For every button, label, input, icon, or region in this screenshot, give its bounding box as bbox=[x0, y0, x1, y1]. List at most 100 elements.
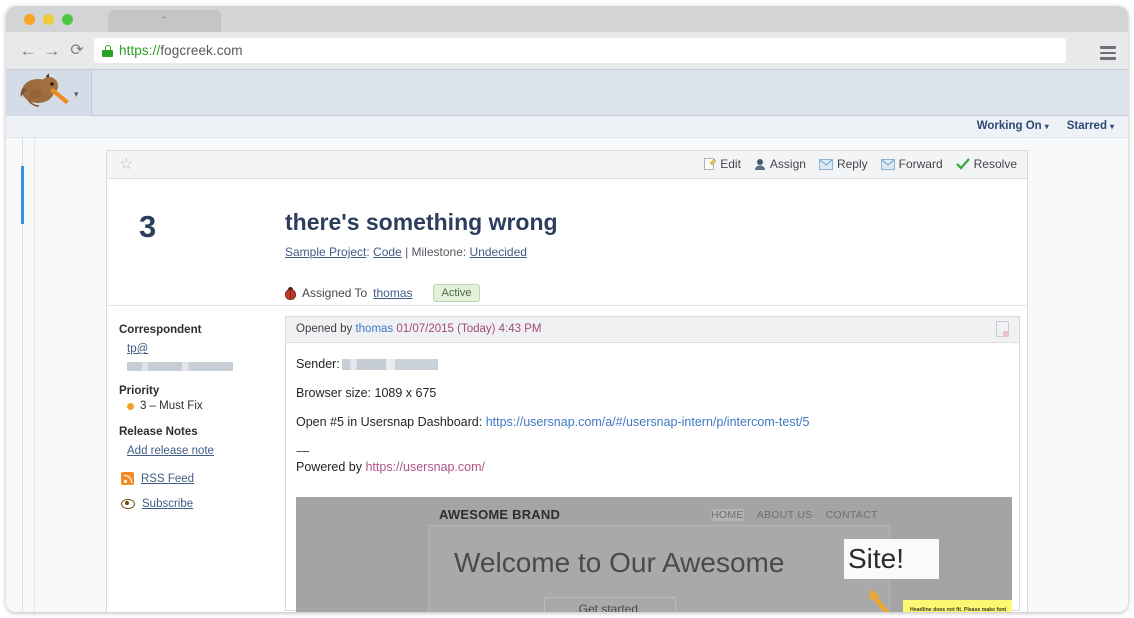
assigned-user-link[interactable]: thomas bbox=[373, 286, 412, 300]
browser-address-bar: ← → ⟳ https://fogcreek.com bbox=[6, 32, 1128, 70]
scroll-indicator[interactable] bbox=[21, 166, 24, 224]
case-card: ☆ Edit Assign Reply Forward Resolve 3 th… bbox=[106, 150, 1028, 612]
status-badge: Active bbox=[432, 284, 481, 302]
dashboard-link[interactable]: https://usersnap.com/a/#/usersnap-intern… bbox=[486, 415, 810, 429]
browser-tab-strip: ⌃ bbox=[6, 6, 1128, 32]
bug-icon bbox=[285, 286, 296, 300]
maximize-window-button[interactable] bbox=[62, 14, 73, 25]
subnav-item-label: Starred bbox=[1066, 120, 1107, 132]
priority-row: 3 – Must Fix bbox=[127, 400, 279, 412]
forward-button[interactable]: Forward bbox=[880, 157, 943, 171]
embedded-headline: Welcome to Our Awesome bbox=[454, 547, 785, 578]
back-button[interactable]: ← bbox=[18, 42, 38, 60]
embedded-nav-home[interactable]: HOME bbox=[711, 509, 744, 521]
embedded-headline-highlight: Site! bbox=[844, 539, 939, 579]
resolve-button[interactable]: Resolve bbox=[955, 157, 1017, 171]
chevron-down-icon: ▾ bbox=[1044, 122, 1049, 131]
area-link[interactable]: Code bbox=[373, 245, 402, 259]
priority-dot-icon bbox=[127, 402, 134, 410]
dashboard-prefix: Open #5 in Usersnap Dashboard: bbox=[296, 415, 486, 429]
subnav-item-label: Working On bbox=[976, 120, 1042, 132]
correspondent-heading: Correspondent bbox=[119, 324, 202, 336]
app-navigation-bar: ▾ Cases ▾ New Case Email ▾ Schedules▾ Di… bbox=[6, 70, 1128, 183]
star-icon[interactable]: ☆ bbox=[119, 156, 133, 174]
chevron-down-icon[interactable]: ▾ bbox=[74, 89, 79, 100]
eye-icon bbox=[121, 499, 135, 509]
embedded-cta-button[interactable]: Get started. bbox=[544, 597, 676, 612]
subnav-item-list: Working On ▾ Starred ▾ bbox=[977, 120, 1114, 132]
edit-button[interactable]: Edit bbox=[704, 157, 741, 171]
priority-heading: Priority bbox=[119, 385, 160, 397]
assigned-to-label: Assigned To bbox=[302, 286, 368, 300]
assign-label: Assign bbox=[769, 157, 806, 171]
chevron-down-icon: ▾ bbox=[1109, 122, 1114, 131]
case-meta: Sample Project: Code | Milestone: Undeci… bbox=[285, 245, 527, 259]
embedded-nav-about[interactable]: ABOUT US bbox=[757, 509, 813, 521]
hamburger-menu-icon[interactable] bbox=[1100, 46, 1116, 63]
sub-navigation-bar: Working On ▾ Starred ▾ bbox=[6, 116, 1128, 138]
embedded-brand: AWESOME BRAND bbox=[439, 507, 561, 522]
correspondent-value[interactable]: tp@ bbox=[127, 343, 148, 355]
sender-line: Sender: bbox=[296, 357, 1019, 371]
assign-button[interactable]: Assign bbox=[754, 157, 806, 171]
opened-user[interactable]: thomas bbox=[355, 323, 393, 335]
case-lower-section: Correspondent tp@ Priority 3 – Must Fix … bbox=[107, 306, 1027, 612]
subscribe-link[interactable]: Subscribe bbox=[142, 498, 193, 510]
reply-button[interactable]: Reply bbox=[818, 157, 868, 171]
case-action-list: Edit Assign Reply Forward Resolve bbox=[704, 157, 1017, 171]
sender-label: Sender: bbox=[296, 357, 340, 371]
milestone-prefix: | Milestone: bbox=[401, 245, 470, 259]
thread-body: Sender: Browser size: 1089 x 675 Open #5… bbox=[286, 343, 1019, 474]
rss-feed-link[interactable]: RSS Feed bbox=[141, 473, 194, 485]
opened-prefix: Opened by bbox=[296, 323, 356, 335]
annotation-sticky-note[interactable]: Headline does not fit. Please make font … bbox=[903, 600, 1012, 612]
dashboard-line: Open #5 in Usersnap Dashboard: https://u… bbox=[296, 415, 1019, 429]
annotation-arrow-icon bbox=[869, 589, 890, 612]
reload-button[interactable]: ⟳ bbox=[67, 42, 87, 60]
minimize-window-button[interactable] bbox=[43, 14, 54, 25]
url-text: https://fogcreek.com bbox=[119, 43, 243, 58]
embedded-nav-contact[interactable]: CONTACT bbox=[826, 509, 878, 521]
rss-icon bbox=[121, 472, 134, 485]
thread-opened-text: Opened by thomas 01/07/2015 (Today) 4:43… bbox=[296, 323, 542, 335]
subnav-item-starred[interactable]: Starred ▾ bbox=[1067, 120, 1114, 132]
usersnap-link[interactable]: https://usersnap.com/ bbox=[365, 460, 485, 474]
close-window-button[interactable] bbox=[24, 14, 35, 25]
case-header: 3 there's something wrong Sample Project… bbox=[107, 179, 1027, 306]
forward-envelope-icon bbox=[880, 158, 895, 170]
logo-cell[interactable]: ▾ bbox=[6, 70, 92, 116]
release-notes-heading: Release Notes bbox=[119, 426, 198, 438]
case-sidebar: Correspondent tp@ Priority 3 – Must Fix … bbox=[107, 306, 279, 611]
sender-redacted bbox=[341, 359, 438, 371]
edit-icon bbox=[704, 157, 717, 170]
embedded-screenshot[interactable]: AWESOME BRAND HOME ABOUT US CONTACT Welc… bbox=[296, 497, 1012, 612]
rss-feed-row[interactable]: RSS Feed bbox=[121, 472, 279, 485]
url-host: fogcreek.com bbox=[160, 43, 243, 58]
lock-icon bbox=[102, 44, 113, 57]
browser-tab[interactable]: ⌃ bbox=[108, 10, 221, 32]
document-icon[interactable] bbox=[996, 321, 1009, 337]
chevron-up-icon: ⌃ bbox=[160, 15, 169, 25]
case-title: there's something wrong bbox=[285, 209, 558, 235]
check-icon bbox=[955, 158, 970, 170]
case-assignment-row: Assigned To thomas Active bbox=[285, 284, 481, 302]
subscribe-row[interactable]: Subscribe bbox=[121, 498, 279, 510]
window-traffic-lights bbox=[24, 14, 73, 25]
milestone-link[interactable]: Undecided bbox=[470, 245, 527, 259]
subnav-item-working-on[interactable]: Working On ▾ bbox=[977, 120, 1049, 132]
url-input[interactable]: https://fogcreek.com bbox=[94, 38, 1066, 63]
assign-person-icon bbox=[754, 158, 765, 170]
opened-date: 01/07/2015 (Today) 4:43 PM bbox=[393, 323, 542, 335]
case-toolbar: ☆ Edit Assign Reply Forward Resolve bbox=[107, 151, 1027, 179]
reply-envelope-icon bbox=[818, 158, 833, 170]
page-body: ☆ Edit Assign Reply Forward Resolve 3 th… bbox=[6, 138, 1128, 612]
add-release-note-link[interactable]: Add release note bbox=[127, 445, 214, 457]
forward-label: Forward bbox=[898, 157, 943, 171]
case-number: 3 bbox=[139, 209, 157, 244]
forward-button[interactable]: → bbox=[42, 42, 62, 60]
embedded-nav: HOME ABOUT US CONTACT bbox=[711, 509, 878, 521]
correspondent-redacted bbox=[127, 362, 233, 371]
browser-window: ⌃ ← → ⟳ https://fogcreek.com ▾ Search ca… bbox=[6, 6, 1128, 612]
reply-label: Reply bbox=[836, 157, 868, 171]
project-link[interactable]: Sample Project bbox=[285, 245, 366, 259]
